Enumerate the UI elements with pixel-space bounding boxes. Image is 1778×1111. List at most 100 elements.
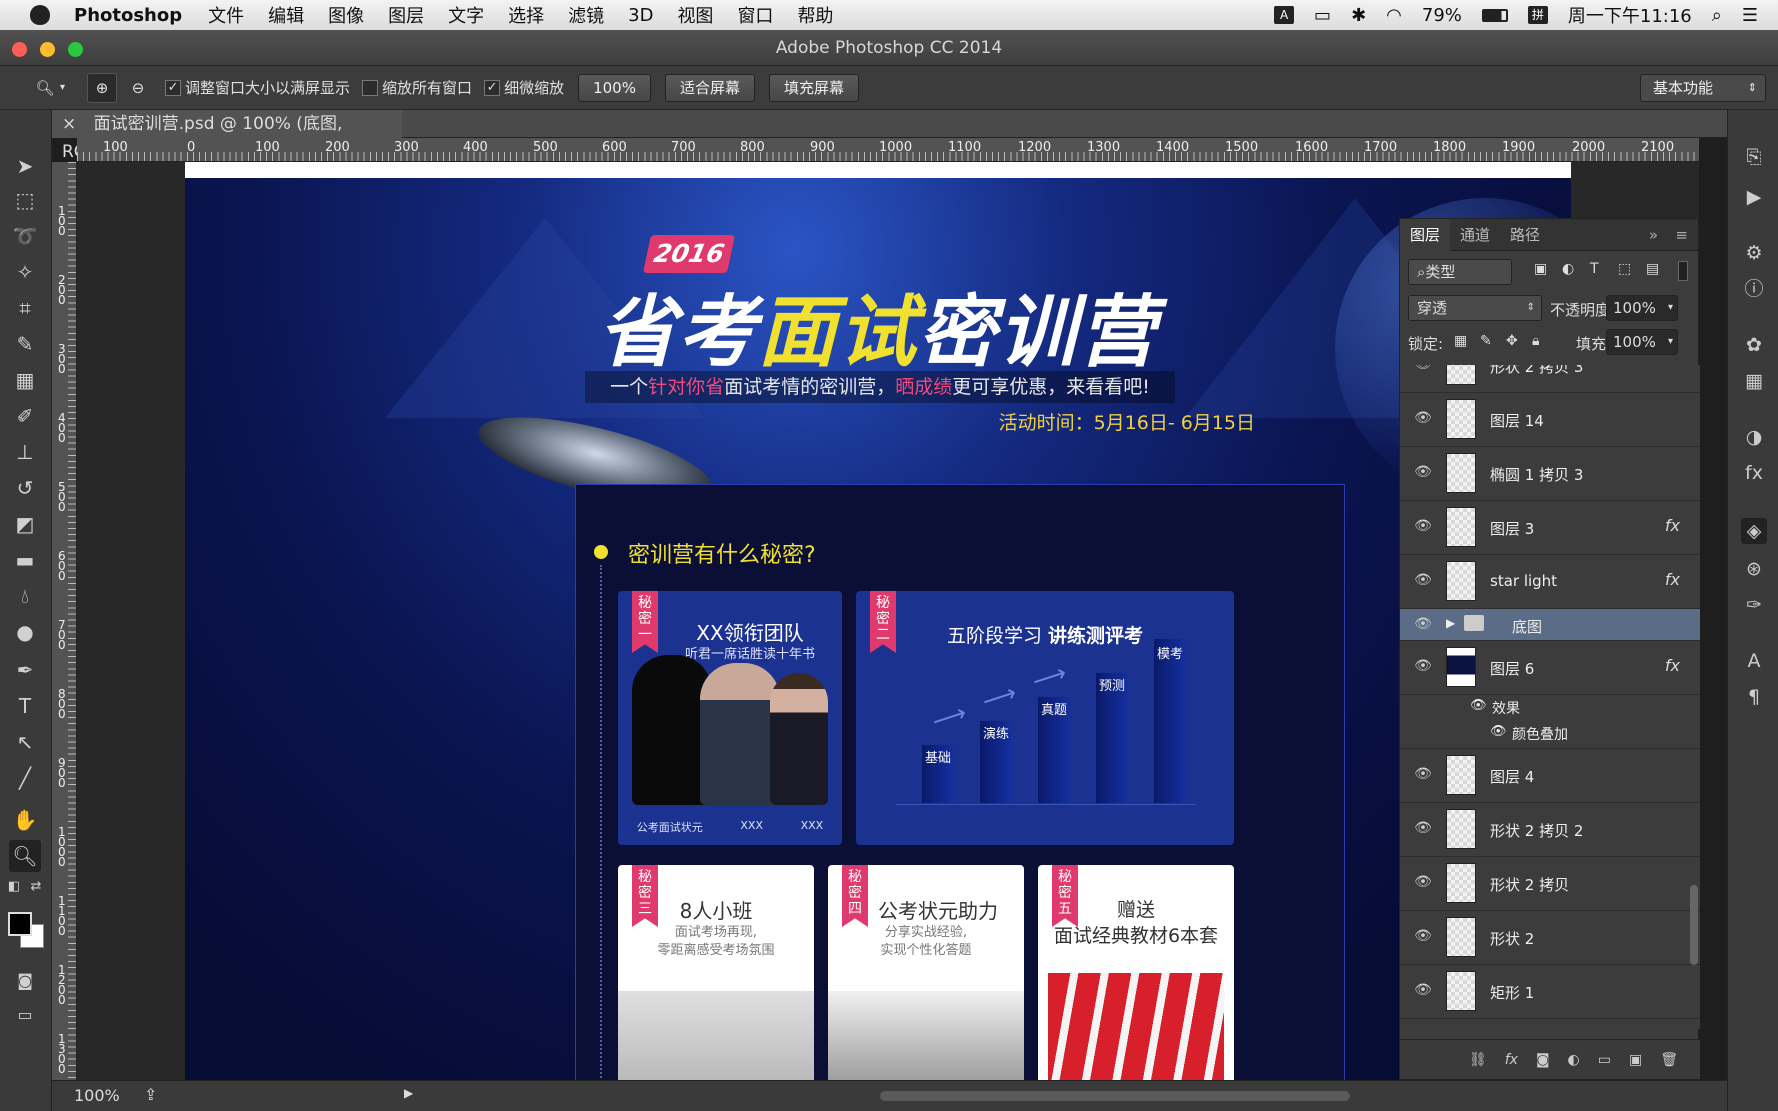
gradient-tool-icon[interactable]: ▬ <box>9 544 41 576</box>
visibility-eye-icon[interactable]: 👁︎ <box>1470 698 1487 713</box>
tab-paths[interactable]: 路径 <box>1500 224 1550 245</box>
layer-group-row-selected[interactable]: 👁︎ ▶ 底图 <box>1400 609 1700 641</box>
paragraph-panel-icon[interactable]: ¶ <box>1741 684 1767 710</box>
visibility-eye-icon[interactable]: 👁︎ <box>1414 658 1432 676</box>
menubar-clock[interactable]: 周一下午11:16 <box>1568 2 1692 28</box>
adjustment-layer-icon[interactable]: ◐ <box>1568 1052 1580 1068</box>
effect-item-row[interactable]: 👁︎ 颜色叠加 <box>1400 719 1700 749</box>
quick-mask-icon[interactable]: ◙ <box>9 964 41 996</box>
zoom-tool-preset-icon[interactable]: 🔍︎ <box>30 73 60 103</box>
layer-row[interactable]: 👁︎ 椭圆 1 拷贝 3 <box>1400 447 1700 501</box>
shape-filter-icon[interactable]: ⬚ <box>1618 261 1631 277</box>
adjustments-panel-icon[interactable]: ◑ <box>1741 424 1767 450</box>
resize-windows-checkbox[interactable]: ✓ <box>165 79 182 96</box>
filter-toggle[interactable] <box>1678 261 1688 281</box>
visibility-eye-icon[interactable]: 👁︎ <box>1414 365 1432 374</box>
document-tab[interactable]: × 面试密训营.psd @ 100% (底图, RGB/8) <box>52 110 402 162</box>
clone-stamp-tool-icon[interactable]: ⊥ <box>9 436 41 468</box>
status-menu-arrow-icon[interactable]: ▶ <box>404 1086 413 1100</box>
zoom-in-icon[interactable]: ⊕ <box>87 72 118 103</box>
document-canvas[interactable]: 2016 省考面试密训营 一个针对你省面试考情的密训营，晒成绩更可享优惠，来看看… <box>185 162 1571 1080</box>
new-layer-icon[interactable]: ▣ <box>1629 1052 1642 1068</box>
path-selection-tool-icon[interactable]: ↖ <box>9 726 41 758</box>
pen-tool-icon[interactable]: ✒ <box>9 654 41 686</box>
type-filter-icon[interactable]: T <box>1590 261 1599 277</box>
move-tool-icon[interactable]: ➤ <box>9 150 41 182</box>
battery-percent[interactable]: 79% <box>1422 5 1462 26</box>
minimize-window-button[interactable] <box>40 42 55 57</box>
eyedropper-tool-icon[interactable]: ✎ <box>9 328 41 360</box>
menu-help[interactable]: 帮助 <box>797 2 833 28</box>
visibility-eye-icon[interactable]: 👁︎ <box>1414 572 1432 590</box>
swatches-panel-icon[interactable]: ▦ <box>1741 368 1767 394</box>
bluetooth-icon[interactable]: ✱ <box>1351 5 1366 26</box>
layer-effects-icon[interactable]: fx <box>1665 516 1680 535</box>
visibility-eye-icon[interactable]: 👁︎ <box>1414 464 1432 482</box>
blur-tool-icon[interactable]: 💧︎ <box>9 580 41 612</box>
zoom-100-button[interactable]: 100% <box>578 73 651 102</box>
layer-row[interactable]: 👁︎ 图层 4 <box>1400 749 1700 803</box>
layer-effects-icon[interactable]: fx <box>1665 656 1680 675</box>
menu-image[interactable]: 图像 <box>328 2 364 28</box>
default-colors-icon[interactable]: ◧ <box>4 870 24 902</box>
healing-brush-tool-icon[interactable]: ▦ <box>9 364 41 396</box>
layer-row[interactable]: 👁︎ 图层 14 <box>1400 393 1700 447</box>
smart-object-filter-icon[interactable]: ▤ <box>1646 261 1659 277</box>
visibility-eye-icon[interactable]: 👁︎ <box>1414 410 1432 428</box>
menu-type[interactable]: 文字 <box>448 2 484 28</box>
hand-tool-icon[interactable]: ✋ <box>9 804 41 836</box>
opacity-field[interactable]: 100% ▾ <box>1606 295 1678 321</box>
wifi-icon[interactable]: ◠ <box>1386 5 1402 26</box>
adjustment-filter-icon[interactable]: ◐ <box>1562 261 1574 277</box>
lock-all-icon[interactable]: 🔒︎ <box>1532 333 1539 349</box>
delete-layer-icon[interactable]: 🗑︎ <box>1660 1052 1678 1068</box>
actions-panel-icon[interactable]: ▶ <box>1741 184 1767 210</box>
layer-row[interactable]: 👁︎ 形状 2 拷贝 <box>1400 857 1700 911</box>
layer-row[interactable]: 👁︎ star light fx <box>1400 555 1700 609</box>
zoom-all-checkbox[interactable] <box>362 79 379 96</box>
pixel-filter-icon[interactable]: ▣ <box>1534 261 1547 277</box>
apple-icon[interactable] <box>30 5 50 25</box>
menu-select[interactable]: 选择 <box>508 2 544 28</box>
marquee-tool-icon[interactable]: ⬚ <box>9 184 41 216</box>
new-group-icon[interactable]: ▭ <box>1598 1052 1611 1068</box>
tab-channels[interactable]: 通道 <box>1450 224 1500 245</box>
lock-position-icon[interactable]: ✥ <box>1506 333 1518 349</box>
menu-edit[interactable]: 编辑 <box>268 2 304 28</box>
visibility-eye-icon[interactable]: 👁︎ <box>1414 616 1432 634</box>
preset-dropdown-icon[interactable]: ▾ <box>60 82 65 93</box>
group-expand-icon[interactable]: ▶ <box>1446 616 1455 630</box>
input-method-indicator[interactable]: 拼 <box>1527 6 1548 24</box>
layer-row[interactable]: 👁︎ 矩形 1 <box>1400 965 1700 1019</box>
dodge-tool-icon[interactable]: ● <box>9 616 41 648</box>
zoom-window-button[interactable] <box>68 42 83 57</box>
layer-effects-icon[interactable]: fx <box>1665 570 1680 589</box>
channels-panel-icon[interactable]: ⊛ <box>1741 556 1767 582</box>
panel-menu-icon[interactable]: ≡ <box>1675 226 1688 244</box>
close-window-button[interactable] <box>12 42 27 57</box>
fit-screen-button[interactable]: 适合屏幕 <box>664 73 755 102</box>
layers-scrollbar-thumb[interactable] <box>1690 885 1698 965</box>
scrubby-zoom-checkbox[interactable]: ✓ <box>484 79 501 96</box>
tab-layers[interactable]: 图层 <box>1400 218 1451 251</box>
color-panel-icon[interactable]: ✿ <box>1741 332 1767 358</box>
visibility-eye-icon[interactable]: 👁︎ <box>1414 766 1432 784</box>
menu-window[interactable]: 窗口 <box>737 2 773 28</box>
airplay-icon[interactable]: ▭ <box>1314 5 1331 26</box>
eraser-tool-icon[interactable]: ◩ <box>9 508 41 540</box>
brush-tool-icon[interactable]: ✐ <box>9 400 41 432</box>
menu-view[interactable]: 视图 <box>677 2 713 28</box>
share-icon[interactable]: ⇪ <box>144 1085 157 1104</box>
menu-3d[interactable]: 3D <box>628 5 653 26</box>
zoom-out-icon[interactable]: ⊖ <box>123 73 153 103</box>
layer-row[interactable]: 👁︎ 形状 2 拷贝 2 <box>1400 803 1700 857</box>
menu-layer[interactable]: 图层 <box>388 2 424 28</box>
visibility-eye-icon[interactable]: 👁︎ <box>1414 874 1432 892</box>
layer-row[interactable]: 👁︎ 形状 2 拷贝 3 <box>1400 365 1700 393</box>
layer-row[interactable]: 👁︎ 形状 2 <box>1400 911 1700 965</box>
visibility-eye-icon[interactable]: 👁︎ <box>1414 928 1432 946</box>
blend-mode-select[interactable]: 穿透 ⇕ <box>1408 295 1542 321</box>
menu-filter[interactable]: 滤镜 <box>568 2 604 28</box>
info-panel-icon[interactable]: ⓘ <box>1741 276 1767 302</box>
panel-collapse-icon[interactable]: » <box>1649 226 1658 244</box>
